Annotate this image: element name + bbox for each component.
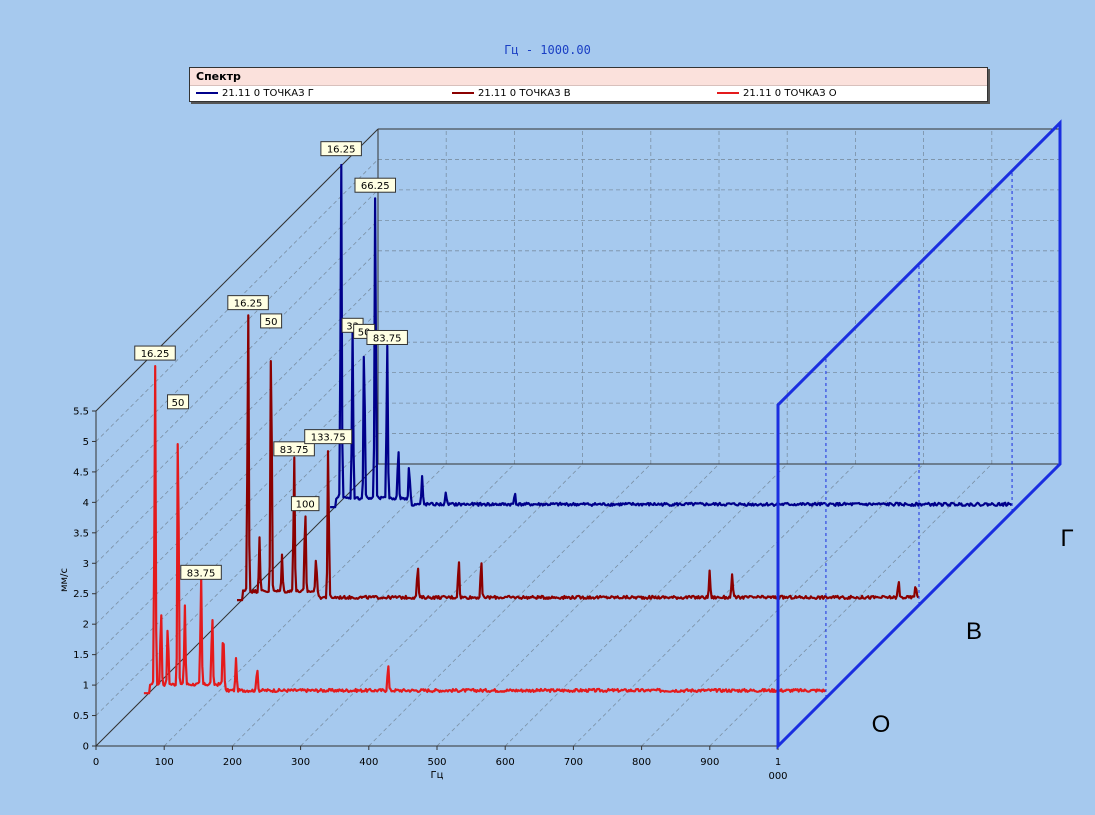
data-label: 100 xyxy=(296,500,315,511)
data-label: 16.25 xyxy=(141,349,170,360)
x-tick-label: 100 xyxy=(155,757,174,768)
x-tick-label: 500 xyxy=(427,757,446,768)
y-tick-label: 1 xyxy=(83,681,89,692)
y-axis-label: мм/с xyxy=(59,568,70,592)
x-tick-label: 900 xyxy=(700,757,719,768)
x-tick-label: 600 xyxy=(496,757,515,768)
x-tick-label: 400 xyxy=(359,757,378,768)
side-wall-gridline xyxy=(95,402,379,686)
y-tick-label: 2 xyxy=(83,620,89,631)
floor-gridline xyxy=(641,463,924,747)
y-tick-label: 0 xyxy=(83,742,89,753)
data-label: 50 xyxy=(265,317,278,328)
side-wall-gridline xyxy=(95,341,379,625)
depth-label: Г xyxy=(1061,525,1074,552)
x-tick-label: 300 xyxy=(291,757,310,768)
side-wall-gridline xyxy=(95,250,379,534)
depth-label: О xyxy=(872,711,891,738)
x-tick-label: 1 xyxy=(775,757,781,768)
y-tick-label: 2.5 xyxy=(73,589,89,600)
y-tick-label: 5.5 xyxy=(73,407,89,418)
x-axis-label: Гц xyxy=(431,770,444,781)
y-tick-label: 5 xyxy=(83,437,89,448)
frame-edge xyxy=(95,128,379,412)
data-label: 133.75 xyxy=(311,433,346,444)
series-line-2 xyxy=(330,163,1013,509)
side-wall-gridline xyxy=(95,280,379,564)
y-tick-label: 4.5 xyxy=(73,467,89,478)
spectrum-3d-chart: 00.511.522.533.544.555.50 100 200 300 400 500… xyxy=(59,119,1074,782)
y-tick-label: 3.5 xyxy=(73,528,89,539)
y-tick-label: 4 xyxy=(83,498,89,509)
y-tick-label: 3 xyxy=(83,559,89,570)
data-label: 66.25 xyxy=(361,181,390,192)
y-tick-label: 0.5 xyxy=(73,711,89,722)
side-wall-gridline xyxy=(95,372,379,655)
y-tick-label: 1.5 xyxy=(73,650,89,661)
data-label: 50 xyxy=(172,398,185,409)
x-tick-label: 0 xyxy=(93,757,99,768)
x-tick-label: 700 xyxy=(564,757,583,768)
data-label: 83.75 xyxy=(373,333,402,344)
data-label: 16.25 xyxy=(327,145,356,156)
x-tick-label: 800 xyxy=(632,757,651,768)
x-tick-label: 200 xyxy=(223,757,242,768)
floor-gridline xyxy=(573,463,856,747)
data-label: 83.75 xyxy=(187,568,216,579)
data-label: 83.75 xyxy=(280,445,309,456)
data-label: 16.25 xyxy=(234,299,263,310)
depth-label: В xyxy=(966,618,982,645)
x-tick-label: 000 xyxy=(768,771,787,782)
side-wall-gridline xyxy=(95,220,379,503)
